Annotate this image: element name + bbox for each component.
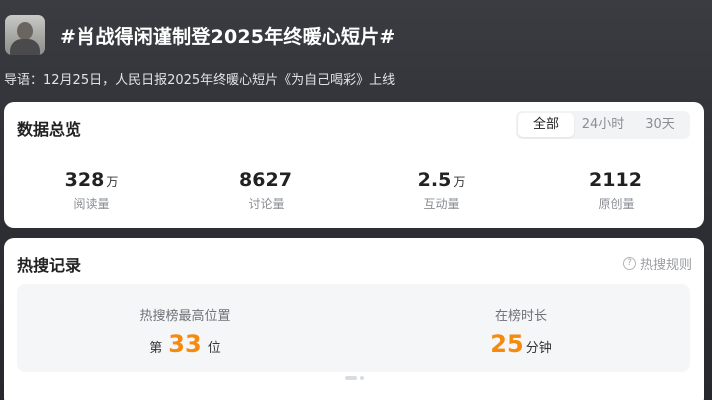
stat-interactions: 2.5 万 互动量: [354, 168, 529, 212]
stat-label: 互动量: [423, 197, 460, 211]
pager-dot-active[interactable]: [345, 376, 357, 380]
stat-number: 2.5: [417, 169, 452, 191]
pager-dot[interactable]: [360, 376, 364, 380]
duration-unit: 分钟: [525, 341, 552, 356]
stat-discussions: 8627 讨论量: [179, 168, 354, 212]
hot-search-rules-link[interactable]: ? 热搜规则: [622, 254, 692, 273]
data-overview-card: 数据总览 全部 24小时 30天 328 万 阅读量 8627 讨论量 2.5 万 …: [4, 102, 704, 228]
stat-unit: 万: [453, 175, 466, 189]
peak-position-label: 热搜榜最高位置: [139, 309, 231, 324]
tab-30d[interactable]: 30天: [632, 113, 688, 137]
list-duration-label: 在榜时长: [494, 309, 547, 324]
stat-unit: 万: [106, 175, 119, 189]
hot-search-rules-label: 热搜规则: [639, 258, 692, 273]
peak-rank: 33: [168, 330, 202, 358]
stat-value: 2112: [529, 168, 704, 194]
time-range-tabs: 全部 24小时 30天: [516, 111, 690, 139]
avatar-head: [17, 22, 33, 40]
stats-row: 328 万 阅读量 8627 讨论量 2.5 万 互动量 2112 原创量: [4, 168, 704, 212]
peak-position-value: 第 33 位: [17, 330, 353, 358]
stat-number: 328: [64, 169, 105, 191]
data-overview-title: 数据总览: [17, 120, 82, 139]
peak-prefix: 第: [149, 341, 163, 356]
stat-value: 8627: [179, 168, 354, 194]
stat-label: 讨论量: [248, 197, 285, 211]
list-duration: 在榜时长 25 分钟: [353, 284, 689, 372]
tab-24h[interactable]: 24小时: [574, 113, 632, 137]
hot-search-title: 热搜记录: [17, 256, 82, 275]
hot-search-summary: 热搜榜最高位置 第 33 位 在榜时长 25 分钟: [17, 284, 690, 372]
stat-value: 2.5 万: [354, 168, 529, 194]
avatar[interactable]: [5, 15, 45, 55]
stat-number: 8627: [239, 169, 292, 191]
list-duration-value: 25 分钟: [353, 330, 689, 358]
stat-number: 2112: [589, 169, 642, 191]
stat-value: 328 万: [4, 168, 179, 194]
avatar-body: [10, 39, 40, 55]
stat-label: 原创量: [598, 197, 635, 211]
hot-search-card: 热搜记录 ? 热搜规则 热搜榜最高位置 第 33 位 在榜时长 25 分钟: [4, 238, 704, 400]
topic-guide: 导语：12月25日，人民日报2025年终暖心短片《为自己喝彩》上线: [4, 73, 396, 88]
stat-label: 阅读量: [73, 197, 110, 211]
stat-originals: 2112 原创量: [529, 168, 704, 212]
pager-dots: [345, 376, 364, 380]
topic-header: #肖战得闲谨制登2025年终暖心短片# 导语：12月25日，人民日报2025年终…: [0, 0, 712, 100]
duration-number: 25: [490, 330, 524, 358]
stat-reads: 328 万 阅读量: [4, 168, 179, 212]
question-circle-icon: ?: [622, 257, 636, 270]
topic-title: #肖战得闲谨制登2025年终暖心短片#: [60, 26, 396, 48]
peak-position: 热搜榜最高位置 第 33 位: [17, 284, 353, 372]
peak-suffix: 位: [207, 341, 221, 356]
tab-all[interactable]: 全部: [518, 113, 574, 137]
